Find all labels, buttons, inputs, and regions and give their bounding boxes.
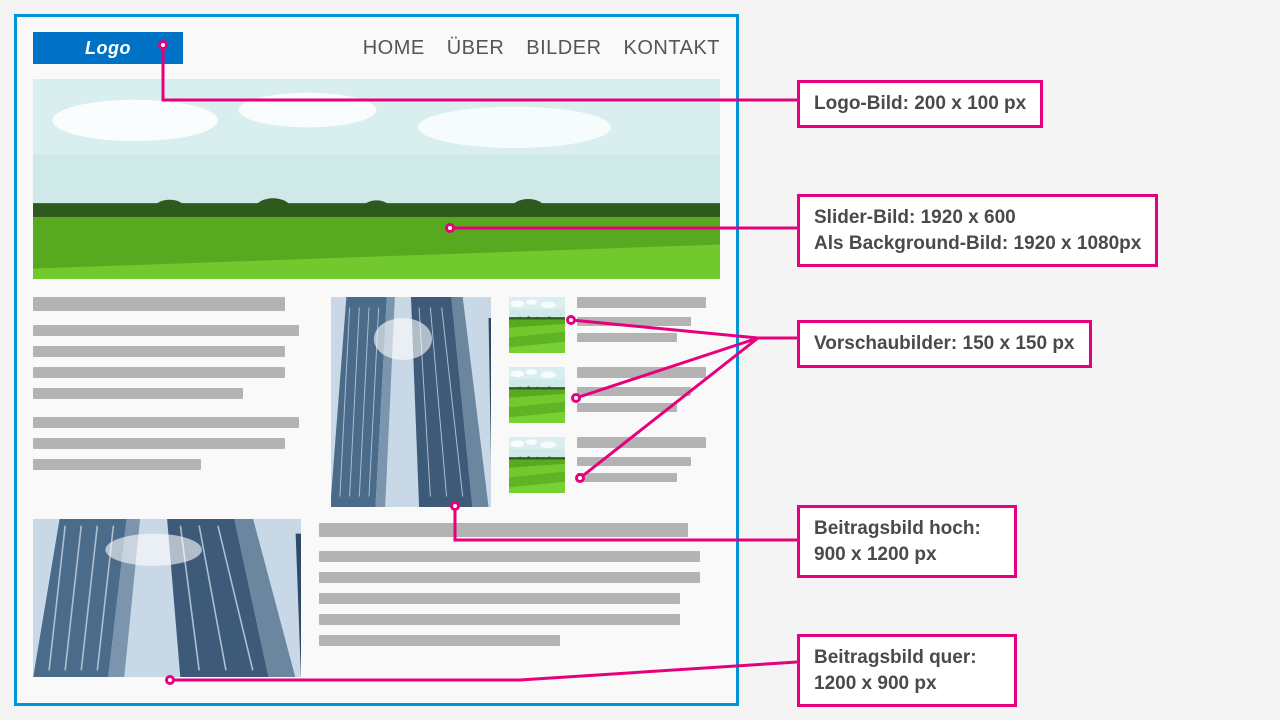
callout-text: Beitragsbild quer: (814, 645, 1000, 671)
callout-thumbnails: Vorschaubilder: 150 x 150 px (797, 320, 1092, 368)
callout-anchor-dot (158, 40, 168, 50)
nav-ueber[interactable]: ÜBER (447, 37, 505, 60)
callout-logo: Logo-Bild: 200 x 100 px (797, 80, 1043, 128)
callout-portrait-image: Beitragsbild hoch: 900 x 1200 px (797, 505, 1017, 578)
content-row (33, 297, 720, 507)
callout-text: Als Background-Bild: 1920 x 1080px (814, 231, 1141, 257)
callout-anchor-dot (165, 675, 175, 685)
callout-text: Logo-Bild: 200 x 100 px (814, 93, 1026, 114)
nav-home[interactable]: HOME (363, 37, 425, 60)
hero-slider-image (33, 79, 720, 279)
nav-kontakt[interactable]: KONTAKT (624, 37, 720, 60)
thumbnail-image (509, 367, 565, 423)
thumbnail-image (509, 297, 565, 353)
thumbnail-image (509, 437, 565, 493)
site-header: Logo HOME ÜBER BILDER KONTAKT (33, 29, 720, 67)
website-mockup: Logo HOME ÜBER BILDER KONTAKT (14, 14, 739, 706)
thumb-item-2 (509, 367, 720, 423)
callout-text: Beitragsbild hoch: (814, 516, 1000, 542)
lower-text (319, 519, 720, 677)
thumb-item-1 (509, 297, 720, 353)
main-nav: HOME ÜBER BILDER KONTAKT (363, 37, 720, 60)
callout-text: 1200 x 900 px (814, 671, 1000, 697)
callout-text: Slider-Bild: 1920 x 600 (814, 205, 1141, 231)
callout-anchor-dot (575, 473, 585, 483)
callout-slider: Slider-Bild: 1920 x 600 Als Background-B… (797, 194, 1158, 267)
thumb-text (577, 297, 720, 353)
callout-text: Vorschaubilder: 150 x 150 px (814, 333, 1075, 354)
logo-text: Logo (85, 38, 131, 59)
callout-anchor-dot (450, 501, 460, 511)
landscape-article-image (33, 519, 301, 677)
thumb-text (577, 367, 720, 423)
callout-anchor-dot (566, 315, 576, 325)
thumb-text (577, 437, 720, 493)
text-column (33, 297, 313, 507)
thumb-item-3 (509, 437, 720, 493)
callout-text: 900 x 1200 px (814, 542, 1000, 568)
portrait-article-image (331, 297, 491, 507)
nav-bilder[interactable]: BILDER (526, 37, 601, 60)
sidebar-thumbnails (509, 297, 720, 507)
callout-anchor-dot (445, 223, 455, 233)
lower-row (33, 519, 720, 677)
callout-landscape-image: Beitragsbild quer: 1200 x 900 px (797, 634, 1017, 707)
callout-anchor-dot (571, 393, 581, 403)
